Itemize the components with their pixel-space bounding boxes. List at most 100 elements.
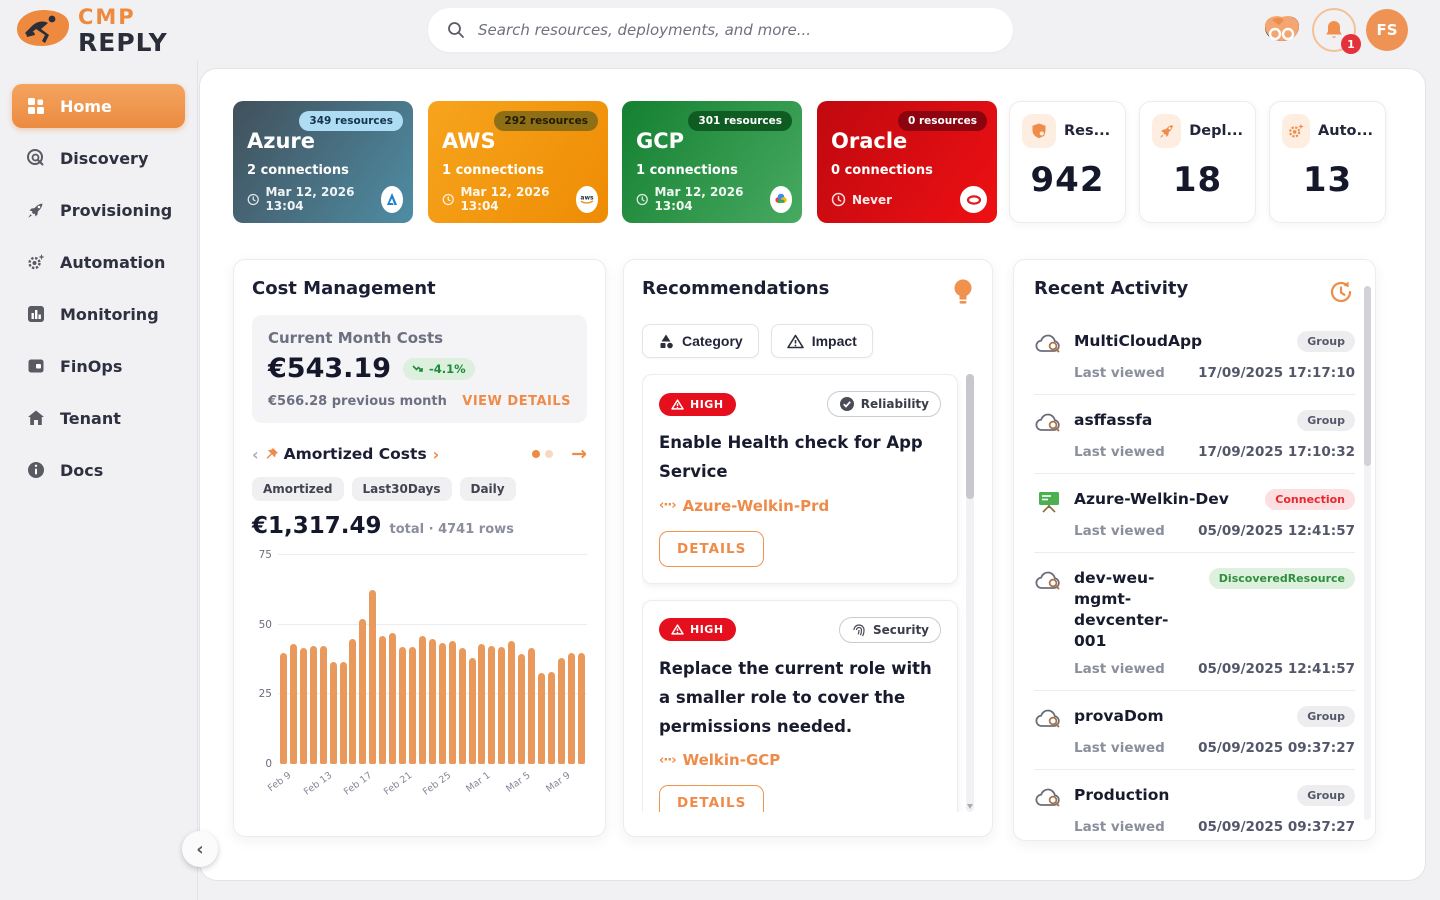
carousel-next-chevron[interactable]: › (433, 445, 440, 464)
assistant-mascot-icon[interactable] (1262, 14, 1302, 46)
filter-impact-button[interactable]: Impact (771, 324, 873, 358)
clock-icon (247, 192, 259, 207)
carousel-dot-active[interactable] (532, 450, 540, 458)
cost-bar (280, 653, 287, 764)
activity-item[interactable]: dev-weu-mgmt-devcenter-001 DiscoveredRes… (1034, 553, 1355, 691)
activity-item[interactable]: MultiCloudApp Group Last viewed 17/09/20… (1034, 316, 1355, 395)
activity-name: asffassfa (1074, 410, 1287, 431)
provider-card-oracle[interactable]: 0 resources Oracle 0 connections Never (817, 101, 997, 223)
cost-bar (429, 639, 436, 764)
panel-title: Recommendations (642, 278, 829, 299)
sidebar-item-label: Home (60, 97, 112, 116)
stat-card-automations[interactable]: Auto... 13 (1269, 101, 1386, 223)
clock-icon (831, 192, 846, 207)
stat-card-resources[interactable]: Res... 942 (1009, 101, 1126, 223)
scrollbar-thumb[interactable] (966, 374, 974, 499)
cost-bar (498, 647, 505, 764)
provider-last-sync: Mar 12, 2026 13:04 (460, 185, 569, 213)
activity-item[interactable]: Azure-Welkin-Dev Connection Last viewed … (1034, 474, 1355, 553)
cost-bar (419, 636, 426, 764)
sidebar-item-provisioning[interactable]: Provisioning (12, 188, 185, 232)
sidebar-item-docs[interactable]: Docs (12, 448, 185, 492)
stat-value: 18 (1152, 160, 1243, 200)
sidebar-item-label: Tenant (60, 409, 121, 428)
cost-bar (330, 662, 337, 764)
recommendation-card: HIGH Security Replace the current role w… (642, 600, 958, 812)
main-content-card: 349 resources Azure 2 connections Mar 12… (199, 68, 1426, 881)
activity-scrollbar[interactable] (1364, 286, 1371, 820)
stat-label: Res... (1064, 123, 1110, 139)
oracle-logo-icon (960, 186, 987, 213)
category-badge: Security (839, 617, 941, 643)
stat-label: Depl... (1189, 123, 1243, 139)
activity-item[interactable]: Production Group Last viewed 05/09/2025 … (1034, 770, 1355, 848)
carousel-arrow-right[interactable]: → (571, 443, 587, 465)
bar-chart-bars (278, 555, 587, 764)
activity-item[interactable]: provaDom Group Last viewed 05/09/2025 09… (1034, 691, 1355, 770)
fingerprint-icon (851, 622, 867, 638)
details-button[interactable]: DETAILS (659, 785, 764, 812)
provider-card-gcp[interactable]: 301 resources GCP 1 connections Mar 12, … (622, 101, 802, 223)
sidebar-item-automation[interactable]: Automation (12, 240, 185, 284)
cost-bar (459, 648, 466, 764)
aws-logo-icon: aws (576, 186, 598, 213)
recommendations-scrollbar[interactable] (966, 374, 974, 812)
last-viewed-label: Last viewed (1074, 819, 1165, 835)
scrollbar-thumb[interactable] (1364, 286, 1371, 466)
cloud-search-icon (1034, 707, 1064, 731)
activity-item[interactable]: asffassfa Group Last viewed 17/09/2025 1… (1034, 395, 1355, 474)
sidebar-item-label: FinOps (60, 357, 122, 376)
activity-type-badge: Group (1297, 410, 1355, 431)
sidebar-item-label: Discovery (60, 149, 148, 168)
cost-chip[interactable]: Amortized (252, 477, 344, 501)
warning-triangle-icon (787, 334, 804, 349)
cost-chip[interactable]: Daily (460, 477, 516, 501)
notifications-button[interactable]: 1 (1312, 8, 1356, 52)
user-avatar[interactable]: FS (1366, 9, 1408, 51)
cost-bar (508, 641, 515, 764)
cost-bar (320, 646, 327, 764)
panel-title: Cost Management (252, 278, 587, 299)
sidebar-item-monitoring[interactable]: Monitoring (12, 292, 185, 336)
filter-category-button[interactable]: Category (642, 324, 759, 358)
activity-type-badge: Group (1297, 785, 1355, 806)
global-search (428, 8, 1013, 52)
lightbulb-icon (952, 278, 974, 306)
deployments-rocket-icon (1152, 114, 1181, 148)
details-button[interactable]: DETAILS (659, 531, 764, 567)
provider-last-sync: Never (852, 193, 892, 207)
sidebar-collapse-button[interactable]: ‹ (182, 831, 218, 867)
provider-card-azure[interactable]: 349 resources Azure 2 connections Mar 12… (233, 101, 413, 223)
sidebar-item-finops[interactable]: FinOps (12, 344, 185, 388)
cost-bar-chart: 0255075 (252, 555, 587, 764)
scroll-down-arrow-icon[interactable] (967, 804, 973, 809)
gear-sparkle-icon (26, 252, 46, 272)
sidebar-item-discovery[interactable]: Discovery (12, 136, 185, 180)
board-icon (1034, 490, 1064, 514)
panel-title: Recent Activity (1034, 278, 1188, 299)
trend-down-icon (412, 364, 425, 373)
view-details-link[interactable]: VIEW DETAILS (462, 394, 571, 409)
provider-name: AWS (442, 129, 594, 153)
sidebar-item-home[interactable]: Home (12, 84, 185, 128)
cloud-search-icon (1034, 569, 1064, 593)
automation-gear-icon (1282, 114, 1310, 148)
resources-badge: 0 resources (898, 111, 987, 131)
cost-bar (538, 673, 545, 764)
search-input[interactable] (478, 21, 995, 39)
cost-bar (359, 619, 366, 764)
discovery-search-icon (26, 148, 46, 168)
recommendation-target-link[interactable]: ‹··› Azure-Welkin-Prd (659, 497, 941, 515)
cost-chip[interactable]: Last30Days (352, 477, 452, 501)
activity-timestamp: 17/09/2025 17:17:10 (1198, 365, 1355, 381)
carousel-prev-chevron[interactable]: ‹ (252, 445, 259, 464)
stat-card-deployments[interactable]: Depl... 18 (1139, 101, 1256, 223)
carousel-dot-inactive[interactable] (545, 450, 553, 458)
x-axis-label: Mar 5 (504, 770, 532, 795)
sidebar-item-tenant[interactable]: Tenant (12, 396, 185, 440)
provider-card-aws[interactable]: 292 resources AWS 1 connections Mar 12, … (428, 101, 608, 223)
recommendation-target-link[interactable]: ‹··› Welkin-GCP (659, 751, 941, 769)
carousel-title: Amortized Costs (265, 445, 427, 463)
recommendations-panel: Recommendations Category Impact HIGH (623, 259, 993, 837)
severity-badge: HIGH (659, 618, 736, 641)
